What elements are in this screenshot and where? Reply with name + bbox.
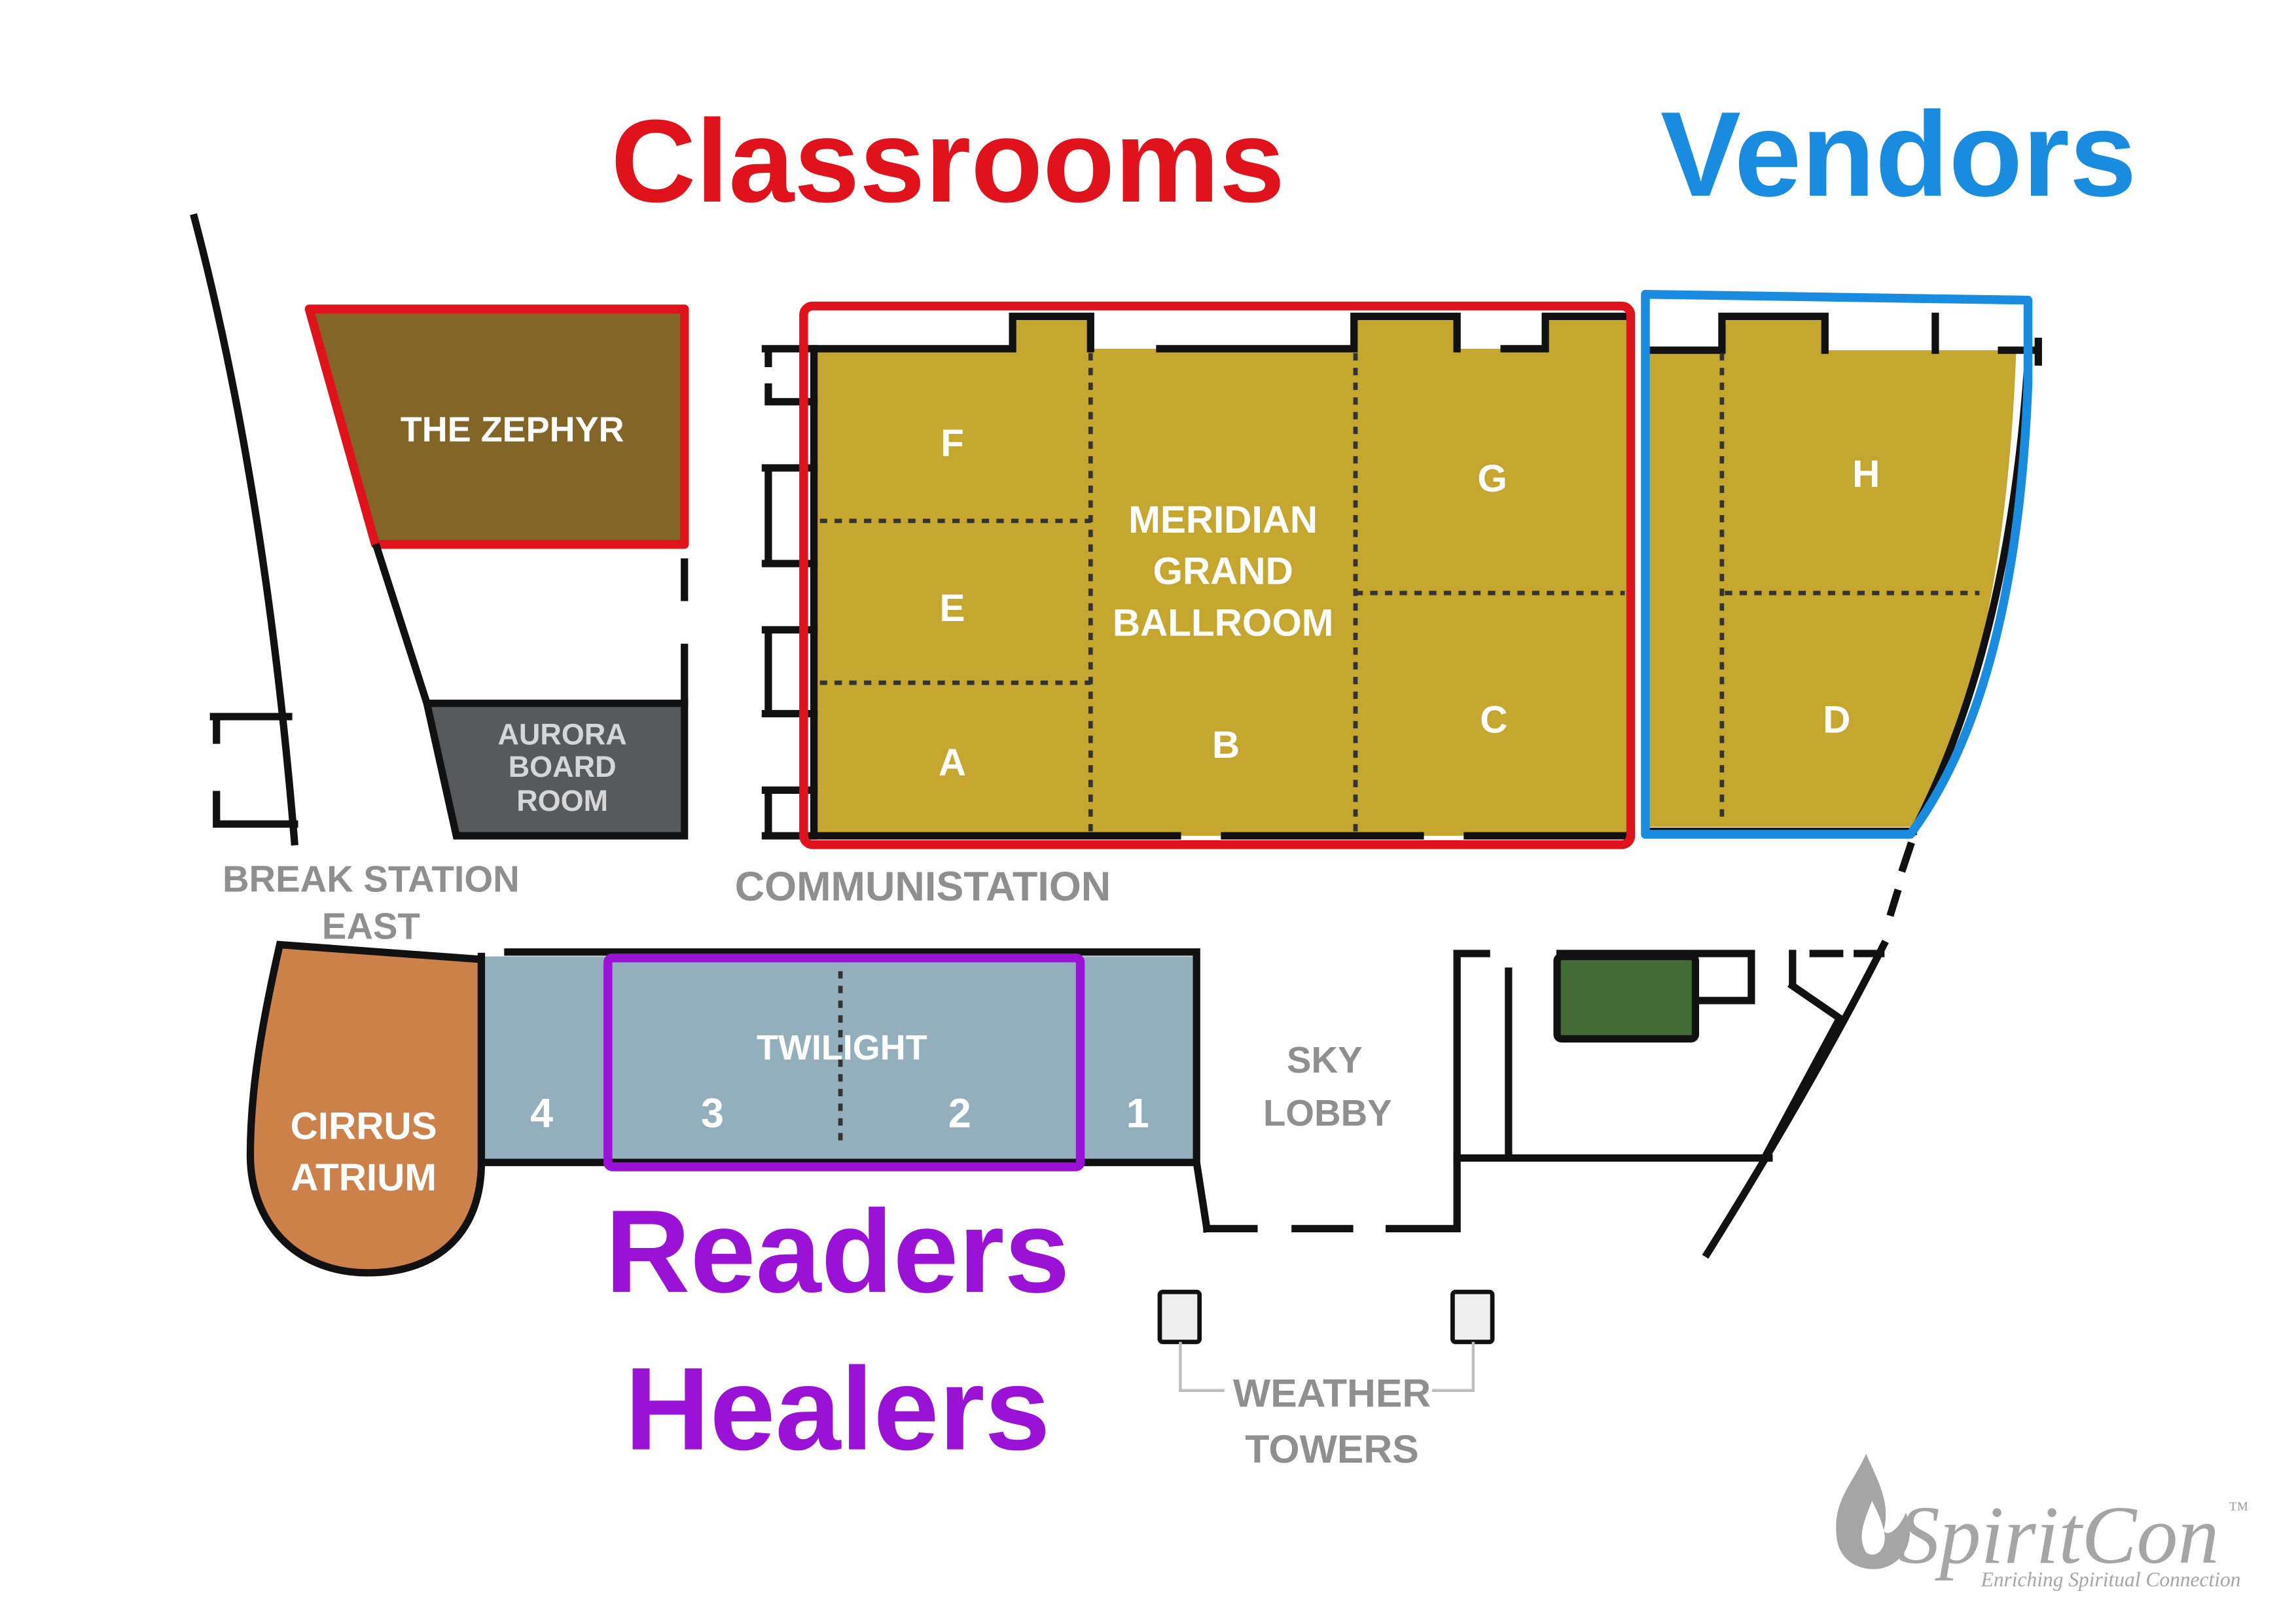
green-block-room: [1553, 952, 1700, 1043]
section-c-label: C: [1480, 699, 1507, 741]
twilight-section-4-label: 4: [530, 1090, 553, 1136]
meridian-label-line2: GRAND: [1153, 550, 1293, 593]
section-g-label: G: [1477, 457, 1507, 500]
twilight-section-3-label: 3: [701, 1090, 724, 1136]
section-b-label: B: [1212, 724, 1240, 766]
section-e-label: E: [939, 587, 965, 630]
break-station-east-label-line1: BREAK STATION: [223, 859, 520, 900]
venue-floor-map: Classrooms Vendors Readers Healers THE Z…: [0, 0, 2296, 1623]
section-a-label: A: [939, 741, 966, 784]
aurora-board-room-label-line3: ROOM: [516, 784, 608, 817]
aurora-board-room-label-line2: BOARD: [509, 750, 617, 783]
section-d-label: D: [1823, 699, 1850, 741]
classrooms-heading: Classrooms: [611, 96, 1285, 227]
vendors-heading: Vendors: [1660, 87, 2136, 222]
weather-towers-label-line1: WEATHER: [1233, 1370, 1431, 1415]
logo-trademark: ™: [2228, 1497, 2248, 1520]
twilight-section-1-label: 1: [1126, 1090, 1149, 1136]
cirrus-atrium-label-line1: CIRRUS: [291, 1105, 437, 1147]
meridian-label-line1: MERIDIAN: [1128, 499, 1318, 541]
twilight-label: TWILIGHT: [757, 1028, 927, 1067]
readers-heading: Readers: [605, 1186, 1070, 1317]
the-zephyr-label: THE ZEPHYR: [401, 410, 624, 450]
meridian-label-line3: BALLROOM: [1113, 601, 1334, 644]
cirrus-atrium-label-line2: ATRIUM: [291, 1156, 437, 1199]
healers-heading: Healers: [625, 1344, 1050, 1475]
weather-tower-right: [1450, 1289, 1495, 1344]
sky-lobby-label-line1: SKY: [1287, 1039, 1363, 1080]
section-f-label: F: [941, 422, 964, 465]
sky-lobby-label-line2: LOBBY: [1263, 1092, 1392, 1133]
break-station-east-label-line2: EAST: [322, 905, 420, 946]
communistation-label: COMMUNISTATION: [735, 864, 1111, 910]
aurora-board-room-label-line1: AURORA: [497, 718, 626, 751]
twilight-section-2-label: 2: [948, 1090, 971, 1136]
weather-towers-label-line2: TOWERS: [1245, 1427, 1418, 1471]
weather-tower-left: [1157, 1289, 1202, 1344]
section-h-label: H: [1852, 453, 1880, 495]
logo-tagline: Enriching Spiritual Connection: [1981, 1568, 2241, 1591]
